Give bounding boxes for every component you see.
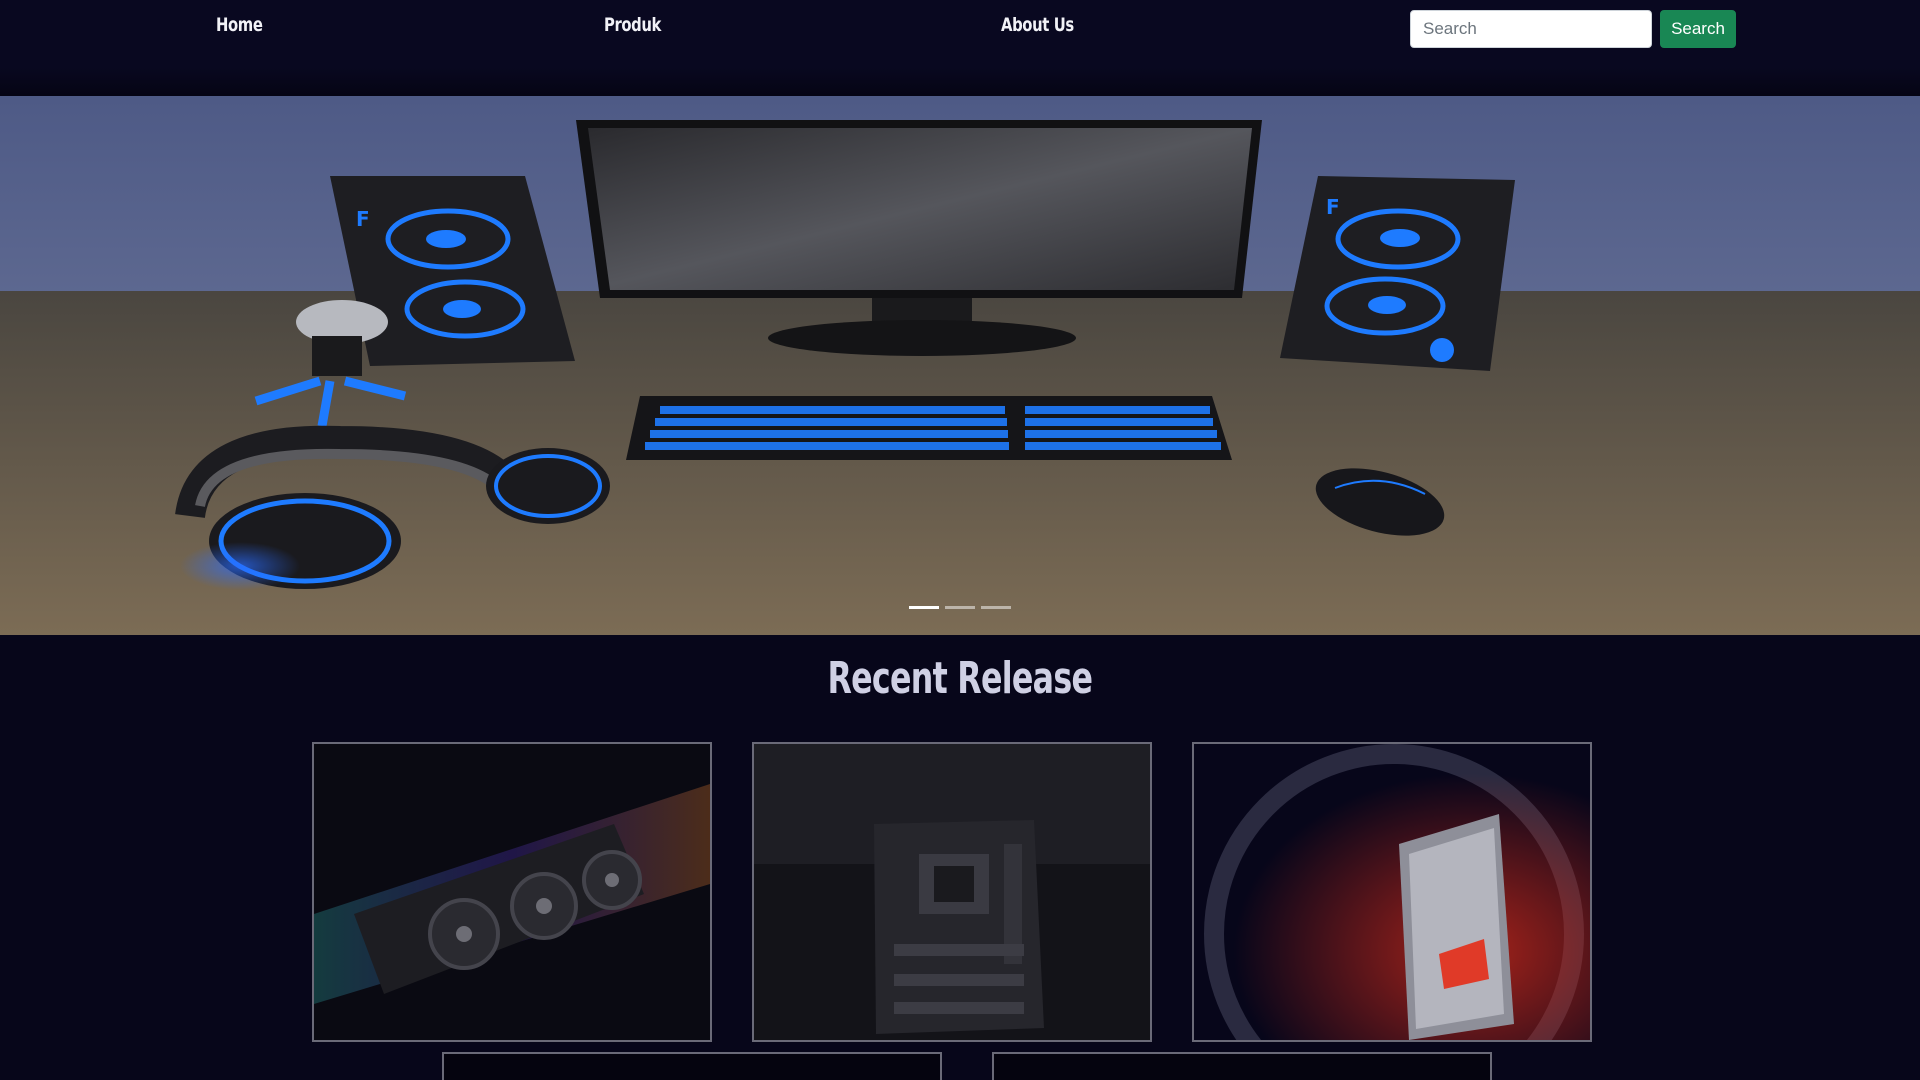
nav-link-home[interactable]: Home	[216, 14, 263, 36]
svg-text:F: F	[1326, 195, 1340, 219]
gaming-pc-case-icon	[1194, 744, 1590, 1040]
product-image-icon	[444, 1054, 940, 1080]
product-card-5[interactable]	[992, 1052, 1492, 1080]
carousel-indicators	[0, 606, 1920, 609]
keyboard-icon	[626, 396, 1232, 460]
product-card-4[interactable]	[442, 1052, 942, 1080]
section-title: Recent Release	[827, 653, 1093, 704]
hero-image-gaming-desk: F F	[0, 96, 1920, 635]
nav-link-about-us[interactable]: About Us	[1001, 14, 1074, 36]
carousel-indicator-2[interactable]	[945, 606, 975, 609]
search-button[interactable]: Search	[1660, 10, 1736, 48]
graphics-card-icon	[314, 744, 710, 1040]
product-card-motherboard[interactable]	[752, 742, 1152, 1042]
speaker-right-icon: F	[1280, 176, 1515, 371]
svg-text:F: F	[356, 207, 370, 231]
hero-carousel[interactable]: F F	[0, 96, 1920, 635]
carousel-indicator-3[interactable]	[981, 606, 1011, 609]
motherboard-icon	[754, 744, 1150, 1040]
search-input[interactable]	[1410, 10, 1652, 48]
product-image-icon	[994, 1054, 1490, 1080]
product-card-graphics-card[interactable]	[312, 742, 712, 1042]
navbar: Home Produk About Us Search	[0, 0, 1920, 96]
carousel-indicator-1[interactable]	[909, 606, 939, 609]
product-card-gaming-pc[interactable]	[1192, 742, 1592, 1042]
nav-link-produk[interactable]: Produk	[604, 14, 661, 36]
